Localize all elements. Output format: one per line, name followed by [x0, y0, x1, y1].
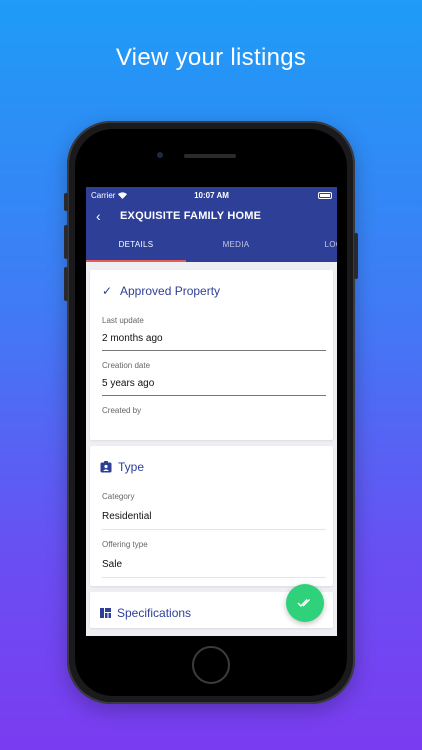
app-bar: Carrier 10:07 AM ‹ EXQUISITE FAMILY HOME…: [86, 187, 337, 262]
type-title: Type: [118, 460, 145, 474]
field-value: Sale: [102, 549, 326, 578]
power-button: [354, 233, 358, 279]
double-check-icon: [297, 599, 310, 608]
field-label: Created by: [102, 406, 142, 415]
battery-icon: [318, 191, 332, 199]
camera-icon: [157, 152, 163, 158]
title-bar: ‹ EXQUISITE FAMILY HOME: [86, 203, 337, 228]
volume-up-button: [64, 225, 68, 259]
status-bar: Carrier 10:07 AM: [86, 187, 337, 203]
field-value: [102, 415, 326, 440]
mute-switch: [64, 193, 68, 211]
headline: View your listings: [115, 44, 307, 71]
back-chevron-icon[interactable]: ‹: [96, 208, 120, 224]
tab-bar: DETAILS MEDIA LOCA: [86, 228, 337, 262]
specifications-title: Specifications: [117, 606, 192, 620]
details-content: ✓ Approved Property Last update 2 months…: [86, 262, 337, 628]
volume-down-button: [64, 267, 68, 301]
page-title: EXQUISITE FAMILY HOME: [120, 209, 262, 222]
type-card: Type Category Residential Offering type …: [90, 446, 333, 586]
field-offering-type[interactable]: Offering type Sale: [90, 530, 333, 586]
field-value: 5 years ago: [102, 370, 326, 396]
tab-details[interactable]: DETAILS: [86, 228, 186, 262]
approve-fab-button[interactable]: [286, 584, 324, 622]
app-screen: Carrier 10:07 AM ‹ EXQUISITE FAMILY HOME…: [86, 187, 337, 636]
field-creation-date[interactable]: Creation date 5 years ago: [90, 351, 333, 396]
field-label: Category: [102, 492, 135, 501]
speaker-grille: [184, 154, 236, 158]
field-value: 2 months ago: [102, 325, 326, 351]
status-card: ✓ Approved Property Last update 2 months…: [90, 270, 333, 440]
home-button[interactable]: [192, 646, 230, 684]
field-last-update[interactable]: Last update 2 months ago: [90, 306, 333, 351]
tab-media[interactable]: MEDIA: [186, 228, 286, 262]
field-label: Last update: [102, 316, 144, 325]
field-label: Offering type: [102, 540, 148, 549]
field-value: Residential: [102, 501, 326, 530]
status-title: Approved Property: [120, 284, 221, 298]
active-tab-indicator: [86, 260, 186, 262]
badge-icon: [100, 461, 112, 473]
field-created-by[interactable]: Created by: [90, 396, 333, 440]
field-category[interactable]: Category Residential: [90, 482, 333, 530]
grid-icon: [100, 608, 111, 618]
field-label: Creation date: [102, 361, 151, 370]
checkmark-icon: ✓: [101, 284, 113, 298]
status-time: 10:07 AM: [194, 190, 229, 200]
tab-location[interactable]: LOCA: [286, 228, 338, 262]
